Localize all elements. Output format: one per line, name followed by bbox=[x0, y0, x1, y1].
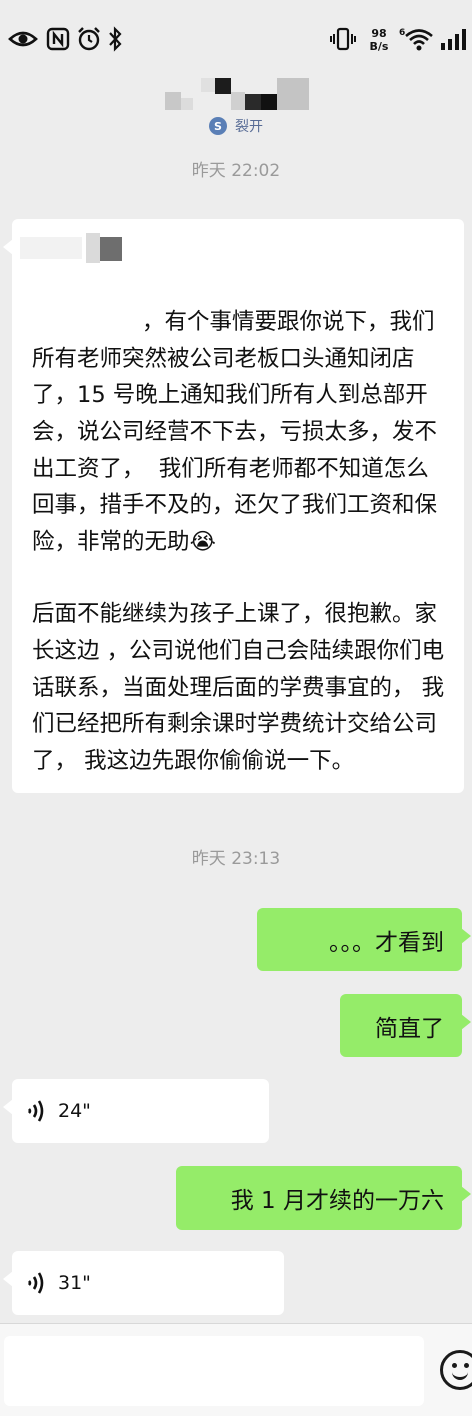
vibrate-icon bbox=[330, 27, 356, 51]
signal-icon bbox=[441, 29, 466, 50]
timestamp: 昨天 22:02 bbox=[191, 161, 281, 181]
incoming-text-bubble[interactable]: ，有个事情要跟你说下，我们所有老师突然被公司老板口头通知闭店了，15 号晚上通知… bbox=[3, 219, 464, 793]
timestamp: 昨天 23:13 bbox=[191, 849, 281, 869]
emoji-button[interactable] bbox=[440, 1350, 472, 1390]
message-input[interactable] bbox=[4, 1336, 424, 1406]
message-text: 我 1 月才续的一万六 bbox=[230, 1188, 444, 1214]
net-speed-unit: B/s bbox=[369, 40, 389, 53]
split-label: 裂开 bbox=[235, 119, 263, 135]
voice-duration: 24" bbox=[58, 1100, 91, 1122]
emoji-icon bbox=[452, 1363, 457, 1368]
message-text: 。。。才看到 bbox=[329, 929, 444, 956]
split-badge-icon: S bbox=[209, 117, 227, 135]
wifi-icon bbox=[405, 29, 433, 51]
input-bar bbox=[0, 1323, 472, 1416]
message-paragraph-2: 后面不能继续为孩子上课了，很抱歉。家长这边 ，公司说他们自己会陆续跟你们电话联系… bbox=[32, 601, 445, 774]
contact-name-redacted bbox=[165, 78, 315, 112]
voice-wave-icon bbox=[28, 1100, 44, 1122]
incoming-voice-bubble[interactable]: 24" bbox=[3, 1079, 269, 1143]
message-text: ，有个事情要跟你说下，我们所有老师突然被公司老板口头通知闭店了，15 号晚上通知… bbox=[32, 231, 446, 853]
outgoing-text-bubble[interactable]: 简直了 bbox=[340, 994, 471, 1057]
voice-wave-icon bbox=[28, 1272, 44, 1294]
alarm-icon bbox=[78, 27, 100, 51]
message-text: 简直了 bbox=[375, 1015, 444, 1042]
outgoing-text-bubble[interactable]: 。。。才看到 bbox=[257, 908, 471, 971]
message-paragraph-1: ，有个事情要跟你说下，我们所有老师突然被公司老板口头通知闭店了，15 号晚上通知… bbox=[32, 309, 438, 555]
split-status: S 裂开 bbox=[209, 116, 263, 136]
nfc-icon bbox=[46, 27, 70, 51]
outgoing-text-bubble[interactable]: 我 1 月才续的一万六 bbox=[176, 1166, 471, 1230]
incoming-voice-bubble[interactable]: 31" bbox=[3, 1251, 284, 1315]
net-speed-value: 98 bbox=[371, 27, 387, 40]
eye-comfort-icon bbox=[8, 31, 38, 47]
voice-duration: 31" bbox=[58, 1272, 91, 1294]
crying-emoji: 😭 bbox=[189, 528, 216, 555]
status-bar: 98 B/s 6 bbox=[0, 0, 472, 80]
bluetooth-icon bbox=[109, 26, 122, 52]
